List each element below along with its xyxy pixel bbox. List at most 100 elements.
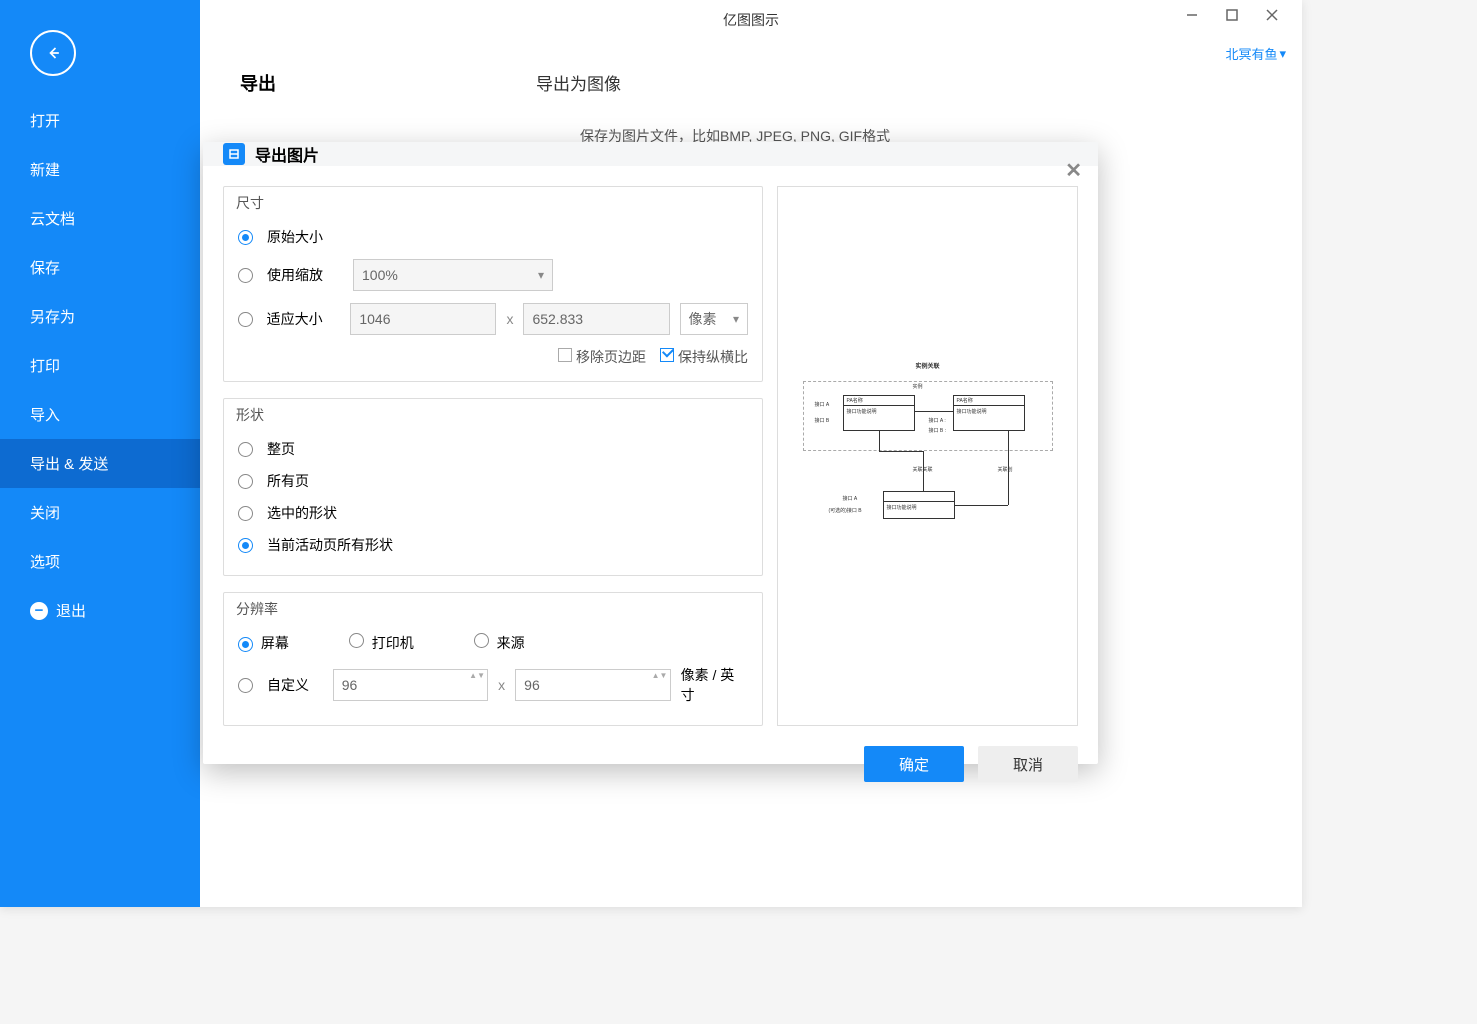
- unit-select[interactable]: 像素: [680, 303, 748, 335]
- preview-box-1: PA名称 接口功能说明: [843, 395, 915, 431]
- minimize-icon: [1186, 9, 1198, 21]
- dpi-x-value: 96: [342, 677, 358, 693]
- radio-original-size[interactable]: [238, 230, 253, 245]
- exit-label: 退出: [56, 600, 86, 621]
- preview-group-label: 实例: [913, 383, 923, 390]
- page-subtitle: 导出为图像: [536, 70, 621, 96]
- remove-margin-option[interactable]: 移除页边距: [558, 347, 646, 367]
- preview-box1-head: PA名称: [844, 396, 914, 406]
- size-group: 尺寸 原始大小 使用缩放 100% 适应大小 1046 x 652.833 像素: [223, 186, 763, 382]
- label-whole-page: 整页: [267, 439, 295, 459]
- page-title: 导出: [240, 70, 276, 96]
- label-selected-shapes: 选中的形状: [267, 503, 337, 523]
- close-icon: [1266, 9, 1278, 21]
- dpi-y-input[interactable]: 96 ▲▼: [515, 669, 670, 701]
- label-source: 来源: [497, 635, 525, 651]
- sidebar-item-import[interactable]: 导入: [0, 390, 200, 439]
- preview-port-a3: 接口 A: [843, 495, 858, 502]
- cancel-button[interactable]: 取消: [978, 746, 1078, 782]
- preview-box-2: PA名称 接口功能说明: [953, 395, 1025, 431]
- dialog-titlebar: 导出图片 ✕: [203, 142, 1098, 166]
- back-button[interactable]: [30, 30, 76, 76]
- label-printer: 打印机: [372, 635, 414, 651]
- dialog-app-icon: [223, 143, 245, 165]
- resolution-group-title: 分辨率: [236, 599, 278, 619]
- preview-connector-top: [915, 411, 953, 412]
- height-input[interactable]: 652.833: [523, 303, 669, 335]
- preview-box-3: 接口功能说明: [883, 491, 955, 519]
- label-fit-size: 适应大小: [267, 309, 341, 329]
- width-input[interactable]: 1046: [350, 303, 496, 335]
- dpi-x-input[interactable]: 96 ▲▼: [333, 669, 488, 701]
- radio-printer[interactable]: [349, 633, 364, 648]
- x-separator: x: [506, 311, 513, 327]
- preview-box1-body: 接口功能说明: [844, 406, 914, 417]
- sidebar-item-close[interactable]: 关闭: [0, 488, 200, 537]
- radio-source[interactable]: [474, 633, 489, 648]
- radio-fit-size[interactable]: [238, 312, 253, 327]
- dialog-close-button[interactable]: ✕: [1065, 158, 1082, 183]
- spinner-icon[interactable]: ▲▼: [469, 672, 485, 680]
- close-button[interactable]: [1252, 0, 1292, 30]
- radio-screen[interactable]: [238, 637, 253, 652]
- dialog-form: 尺寸 原始大小 使用缩放 100% 适应大小 1046 x 652.833 像素: [223, 186, 763, 726]
- radio-custom-dpi[interactable]: [238, 678, 253, 693]
- dpi-y-value: 96: [524, 677, 540, 693]
- radio-selected-shapes[interactable]: [238, 506, 253, 521]
- titlebar: 亿图图示: [200, 0, 1302, 40]
- sidebar-item-export[interactable]: 导出 & 发送: [0, 439, 200, 488]
- export-image-dialog: 导出图片 ✕ 尺寸 原始大小 使用缩放 100% 适应大小 1046: [203, 142, 1098, 764]
- preview-port-b1: 接口 B: [815, 417, 830, 424]
- sidebar-item-options[interactable]: 选项: [0, 537, 200, 586]
- radio-use-scale[interactable]: [238, 268, 253, 283]
- keep-ratio-option[interactable]: 保持纵横比: [660, 347, 748, 367]
- preview-pane: 实例关联 实例 PA名称 接口功能说明 接口 A 接口 B PA名称 接口功能说…: [777, 186, 1078, 726]
- radio-current-page[interactable]: [238, 538, 253, 553]
- checkbox-remove-margin[interactable]: [558, 348, 572, 362]
- preview-connector-l1c: [879, 451, 923, 452]
- sidebar: 打开 新建 云文档 保存 另存为 打印 导入 导出 & 发送 关闭 选项 − 退…: [0, 0, 200, 907]
- sidebar-item-save[interactable]: 保存: [0, 243, 200, 292]
- sidebar-item-print[interactable]: 打印: [0, 341, 200, 390]
- preview-title: 实例关联: [793, 361, 1063, 370]
- label-use-scale: 使用缩放: [267, 265, 343, 285]
- maximize-icon: [1226, 9, 1238, 21]
- preview-connector-l1d: [879, 431, 880, 451]
- x-separator-dpi: x: [498, 677, 505, 693]
- preview-box2-body: 接口功能说明: [954, 406, 1024, 417]
- dialog-body: 尺寸 原始大小 使用缩放 100% 适应大小 1046 x 652.833 像素: [203, 166, 1098, 746]
- label-current-page: 当前活动页所有形状: [267, 535, 393, 555]
- dpi-unit-label: 像素 / 英寸: [681, 665, 748, 705]
- edraw-icon: [228, 148, 240, 160]
- preview-port-b3: (可选的)接口 B: [829, 507, 862, 514]
- label-all-pages: 所有页: [267, 471, 309, 491]
- label-keep-ratio: 保持纵横比: [678, 349, 748, 365]
- sidebar-item-new[interactable]: 新建: [0, 145, 200, 194]
- minimize-button[interactable]: [1172, 0, 1212, 30]
- preview-rel-right: 关联创: [998, 466, 1013, 473]
- ok-button[interactable]: 确定: [864, 746, 964, 782]
- radio-all-pages[interactable]: [238, 474, 253, 489]
- sidebar-item-cloud[interactable]: 云文档: [0, 194, 200, 243]
- label-original-size: 原始大小: [267, 227, 323, 247]
- spinner-icon[interactable]: ▲▼: [652, 672, 668, 680]
- preview-port-b2: 接口 B :: [929, 427, 947, 434]
- size-group-title: 尺寸: [236, 193, 264, 213]
- preview-connector-r2: [955, 505, 1008, 506]
- user-name: 北冥有鱼: [1225, 44, 1277, 63]
- sidebar-item-open[interactable]: 打开: [0, 96, 200, 145]
- sidebar-item-exit[interactable]: − 退出: [0, 586, 200, 635]
- label-remove-margin: 移除页边距: [576, 349, 646, 365]
- resolution-group: 分辨率 屏幕 打印机 来源 自定义 96▲▼ x 96▲▼ 像素 / 英寸: [223, 592, 763, 726]
- radio-whole-page[interactable]: [238, 442, 253, 457]
- scale-select[interactable]: 100%: [353, 259, 553, 291]
- preview-box3-body: 接口功能说明: [884, 502, 954, 513]
- shape-group: 形状 整页 所有页 选中的形状 当前活动页所有形状: [223, 398, 763, 576]
- maximize-button[interactable]: [1212, 0, 1252, 30]
- sidebar-item-saveas[interactable]: 另存为: [0, 292, 200, 341]
- dialog-footer: 确定 取消: [203, 746, 1098, 782]
- label-custom-dpi: 自定义: [267, 675, 323, 695]
- user-link[interactable]: 北冥有鱼 ▾: [1225, 44, 1286, 63]
- checkbox-keep-ratio[interactable]: [660, 348, 674, 362]
- height-value: 652.833: [532, 311, 583, 327]
